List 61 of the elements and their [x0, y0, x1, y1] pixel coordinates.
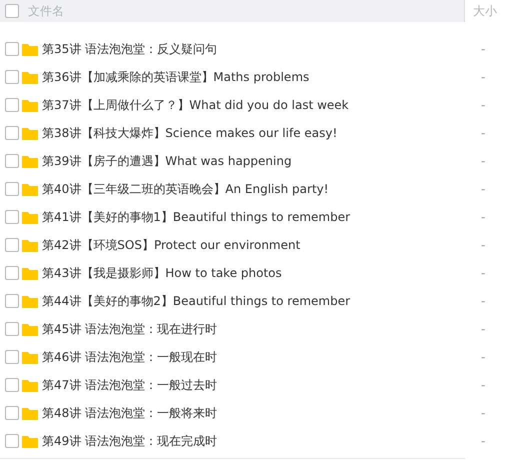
- file-size: -: [481, 126, 486, 140]
- file-size: -: [481, 350, 486, 364]
- folder-icon: [22, 42, 38, 56]
- file-size: -: [481, 42, 486, 56]
- row-checkbox[interactable]: [5, 434, 19, 448]
- file-name[interactable]: 第41讲【美好的事物1】Beautiful things to remember: [42, 208, 472, 226]
- file-name[interactable]: 第35讲 语法泡泡堂：反义疑问句: [42, 40, 472, 58]
- file-name[interactable]: 第43讲【我是摄影师】How to take photos: [42, 264, 472, 282]
- file-size: -: [481, 434, 486, 448]
- folder-icon: [22, 378, 38, 392]
- folder-icon: [22, 294, 38, 308]
- file-name[interactable]: 第39讲【房子的遭遇】What was happening: [42, 152, 472, 170]
- file-size: -: [481, 378, 486, 392]
- file-name[interactable]: 第45讲 语法泡泡堂：现在进行时: [42, 320, 472, 338]
- row-checkbox[interactable]: [5, 210, 19, 224]
- folder-icon: [22, 154, 38, 168]
- folder-icon: [22, 126, 38, 140]
- select-all-checkbox[interactable]: [5, 4, 19, 18]
- row-checkbox[interactable]: [5, 294, 19, 308]
- folder-icon: [22, 406, 38, 420]
- row-checkbox[interactable]: [5, 126, 19, 140]
- folder-icon: [22, 70, 38, 84]
- row-checkbox[interactable]: [5, 42, 19, 56]
- file-name[interactable]: 第36讲【加减乘除的英语课堂】Maths problems: [42, 68, 472, 86]
- file-name[interactable]: 第46讲 语法泡泡堂：一般现在时: [42, 348, 472, 366]
- folder-icon: [22, 98, 38, 112]
- row-checkbox[interactable]: [5, 238, 19, 252]
- file-name[interactable]: 第37讲【上周做什么了？】What did you do last week: [42, 96, 472, 114]
- file-name[interactable]: 第48讲 语法泡泡堂：一般将来时: [42, 404, 472, 422]
- file-name[interactable]: 第42讲【环境SOS】Protect our environment: [42, 236, 472, 254]
- folder-icon: [22, 266, 38, 280]
- row-checkbox[interactable]: [5, 154, 19, 168]
- file-size: -: [481, 210, 486, 224]
- row-checkbox[interactable]: [5, 378, 19, 392]
- file-name[interactable]: 第38讲【科技大爆炸】Science makes our life easy!: [42, 124, 472, 142]
- row-checkbox[interactable]: [5, 350, 19, 364]
- folder-icon: [22, 182, 38, 196]
- folder-icon: [22, 238, 38, 252]
- row-checkbox[interactable]: [5, 98, 19, 112]
- file-name[interactable]: 第44讲【美好的事物2】Beautiful things to remember: [42, 292, 472, 310]
- folder-icon: [22, 350, 38, 364]
- folder-icon: [22, 434, 38, 448]
- file-size: -: [481, 406, 486, 420]
- row-checkbox[interactable]: [5, 322, 19, 336]
- file-name[interactable]: 第49讲 语法泡泡堂：现在完成时: [42, 432, 472, 450]
- folder-icon: [22, 322, 38, 336]
- file-name[interactable]: 第47讲 语法泡泡堂：一般过去时: [42, 376, 472, 394]
- folder-icon: [22, 210, 38, 224]
- file-name[interactable]: 第40讲【三年级二班的英语晚会】An English party!: [42, 180, 472, 198]
- row-checkbox[interactable]: [5, 70, 19, 84]
- file-size: -: [481, 70, 486, 84]
- file-size: -: [481, 154, 486, 168]
- file-size: -: [481, 294, 486, 308]
- file-size: -: [481, 322, 486, 336]
- file-size: -: [481, 98, 486, 112]
- file-size: -: [481, 238, 486, 252]
- row-checkbox[interactable]: [5, 182, 19, 196]
- row-checkbox[interactable]: [5, 266, 19, 280]
- file-size: -: [481, 266, 486, 280]
- row-checkbox[interactable]: [5, 406, 19, 420]
- file-size: -: [481, 182, 486, 196]
